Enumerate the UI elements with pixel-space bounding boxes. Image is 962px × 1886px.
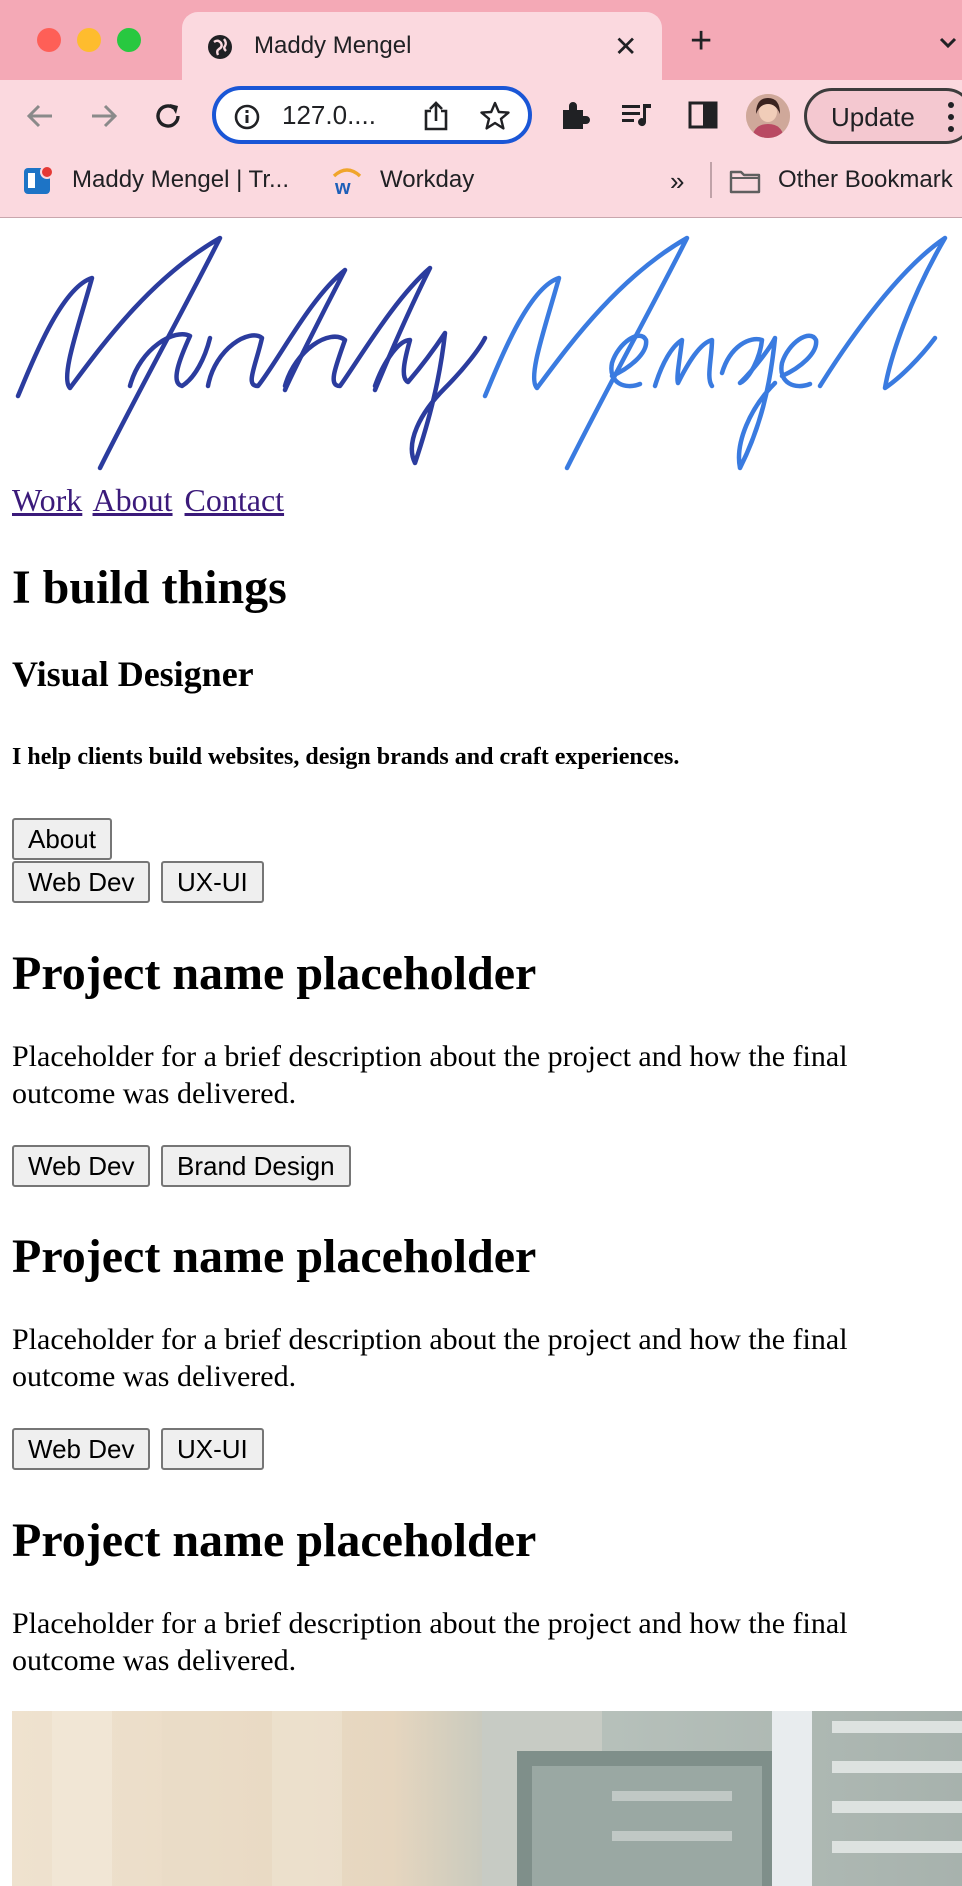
hero-tagline: I help clients build websites, design br… bbox=[12, 744, 680, 770]
project-description: Placeholder for a brief description abou… bbox=[12, 1040, 848, 1110]
browser-toolbar: 127.0.... Update bbox=[0, 80, 962, 154]
minimize-window-button[interactable] bbox=[77, 28, 101, 52]
tab-title: Maddy Mengel bbox=[254, 32, 412, 59]
tab-strip: Maddy Mengel ✕ + bbox=[0, 0, 962, 80]
forward-arrow-icon[interactable] bbox=[86, 98, 122, 134]
hero-role: Visual Designer bbox=[12, 654, 254, 694]
project-title: Project name placeholder bbox=[12, 1230, 537, 1283]
bookmark-other-bookmarks[interactable]: Other Bookmark bbox=[778, 166, 953, 194]
zoom-window-button[interactable] bbox=[117, 28, 141, 52]
tag-web-dev-button[interactable]: Web Dev bbox=[12, 1145, 151, 1187]
trello-icon bbox=[24, 165, 54, 194]
tag-web-dev-button[interactable]: Web Dev bbox=[12, 1428, 151, 1470]
info-icon[interactable] bbox=[234, 104, 260, 130]
side-panel-icon[interactable] bbox=[686, 98, 720, 132]
profile-avatar[interactable] bbox=[746, 94, 790, 138]
back-arrow-icon[interactable] bbox=[22, 98, 58, 134]
address-bar[interactable]: 127.0.... bbox=[212, 86, 532, 144]
signature-logo[interactable] bbox=[0, 218, 962, 478]
page-content: Work About Contact I build things Visual… bbox=[0, 218, 962, 1886]
bookmarks-overflow-button[interactable]: » bbox=[670, 166, 684, 197]
about-button[interactable]: About bbox=[12, 818, 112, 860]
nav-link-contact[interactable]: Contact bbox=[185, 482, 285, 518]
url-text[interactable]: 127.0.... bbox=[282, 100, 376, 131]
logo-first-name bbox=[15, 235, 488, 471]
update-button[interactable]: Update bbox=[804, 88, 962, 144]
project-title: Project name placeholder bbox=[12, 1514, 537, 1567]
project-description: Placeholder for a brief description abou… bbox=[12, 1607, 848, 1677]
new-tab-button[interactable]: + bbox=[690, 22, 712, 60]
workday-icon: w bbox=[332, 168, 362, 196]
filter-ux-ui-button[interactable]: UX-UI bbox=[161, 861, 264, 903]
hero-heading: I build things bbox=[12, 561, 287, 614]
update-label: Update bbox=[831, 102, 915, 132]
bookmark-star-icon[interactable] bbox=[480, 101, 510, 131]
profile-photo-icon bbox=[746, 94, 790, 138]
share-icon[interactable] bbox=[422, 101, 450, 131]
tag-ux-ui-button[interactable]: UX-UI bbox=[161, 1428, 264, 1470]
more-menu-icon[interactable] bbox=[946, 100, 956, 134]
tab-close-icon[interactable]: ✕ bbox=[614, 30, 637, 63]
project-image bbox=[12, 1711, 962, 1886]
site-nav: Work About Contact bbox=[12, 482, 288, 519]
logo-last-name bbox=[482, 235, 948, 471]
bookmark-maddy-mengel[interactable]: Maddy Mengel | Tr... bbox=[72, 166, 289, 194]
active-tab[interactable]: Maddy Mengel ✕ bbox=[182, 12, 662, 80]
bookmarks-divider bbox=[710, 162, 712, 198]
bookmarks-bar: Maddy Mengel | Tr... w Workday » Other B… bbox=[0, 154, 962, 216]
bookmark-workday[interactable]: Workday bbox=[380, 166, 474, 194]
tag-brand-design-button[interactable]: Brand Design bbox=[161, 1145, 351, 1187]
reload-icon[interactable] bbox=[150, 98, 186, 134]
close-window-button[interactable] bbox=[37, 28, 61, 52]
project-description: Placeholder for a brief description abou… bbox=[12, 1323, 848, 1393]
nav-link-work[interactable]: Work bbox=[12, 482, 82, 518]
project-title: Project name placeholder bbox=[12, 947, 537, 1000]
globe-icon bbox=[208, 35, 232, 59]
svg-text:w: w bbox=[334, 177, 351, 196]
nav-link-about[interactable]: About bbox=[93, 482, 173, 518]
filter-web-dev-button[interactable]: Web Dev bbox=[12, 861, 151, 903]
browser-chrome: Maddy Mengel ✕ + 127.0.... Update Maddy … bbox=[0, 0, 962, 218]
media-queue-icon[interactable] bbox=[620, 98, 654, 132]
folder-icon bbox=[729, 170, 761, 194]
chevron-down-icon[interactable] bbox=[936, 30, 960, 54]
extensions-puzzle-icon[interactable] bbox=[558, 98, 592, 132]
